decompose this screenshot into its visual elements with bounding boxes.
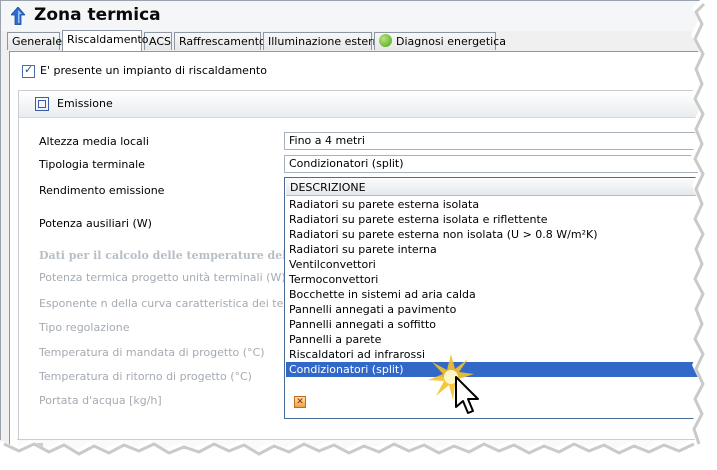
tab-label: Raffrescamento [179, 35, 266, 48]
dropdown-option[interactable]: Radiatori su parete esterna isolata e ri… [286, 212, 701, 227]
dropdown-option[interactable]: Pannelli annegati a soffitto [286, 317, 701, 332]
tab-label: Riscaldamento [67, 33, 149, 46]
group-icon [31, 443, 43, 451]
leaf-icon [379, 34, 392, 47]
return-temp-label: Temperatura di ritorno di progetto (°C) [39, 370, 252, 383]
fluid-section-heading: Dati per il calcolo delle temperature de… [39, 249, 284, 262]
regulation-label: Tipo regolazione [39, 321, 130, 334]
heating-present-checkbox[interactable]: ✓ [22, 63, 35, 78]
supply-temp-label: Temperatura di mandata di progetto (°C) [39, 346, 265, 359]
zona-termica-window: Zona termica Generale Riscaldamento ACS … [0, 0, 702, 452]
tab-riscaldamento[interactable]: Riscaldamento [62, 30, 149, 51]
mouse-cursor-icon [455, 376, 479, 414]
height-field[interactable]: Fino a 4 metri [284, 132, 701, 150]
dropdown-option[interactable]: Pannelli a parete [286, 332, 701, 347]
tab-illuminazione-esterna[interactable]: Illuminazione esterna [263, 32, 386, 50]
emissione-group: Emissione Altezza media locali Fino a 4 … [18, 90, 701, 451]
tab-label: ACS [149, 35, 171, 48]
riscaldamento-panel: ✓ E' presente un impianto di riscaldamen… [9, 51, 701, 451]
terminal-type-label: Tipologia terminale [39, 158, 145, 171]
dropdown-header[interactable]: DESCRIZIONE [286, 179, 701, 196]
curve-exponent-label: Esponente n della curva caratteristica d… [39, 297, 322, 310]
emission-icon [35, 97, 49, 111]
tab-raffrescamento[interactable]: Raffrescamento [174, 32, 266, 50]
dropdown-option[interactable]: Riscaldatori ad infrarossi [286, 347, 701, 362]
dropdown-option[interactable]: Termoconvettori [286, 272, 701, 287]
efficiency-label: Rendimento emissione [39, 184, 165, 197]
tab-label: Illuminazione esterna [268, 35, 387, 48]
tab-bar: Generale Riscaldamento ACS Raffrescament… [7, 30, 701, 51]
dropdown-option[interactable]: Ventilconvettori [286, 257, 701, 272]
dropdown-option[interactable]: Pannelli annegati a pavimento [286, 302, 701, 317]
title-bar: Zona termica [1, 1, 701, 31]
collapsed-group-strip [17, 439, 701, 451]
terminal-type-dropdown-list: DESCRIZIONE Radiatori su parete esterna … [284, 177, 701, 419]
height-label: Altezza media locali [39, 135, 149, 148]
tab-label: Diagnosi energetica [396, 35, 506, 48]
tab-diagnosi-energetica[interactable]: Diagnosi energetica [374, 32, 506, 50]
emissione-title: Emissione [57, 97, 113, 110]
dropdown-option-selected[interactable]: Condizionatori (split) [286, 362, 701, 377]
close-icon[interactable]: ✕ [294, 396, 306, 408]
dropdown-option[interactable]: Radiatori su parete esterna non isolata … [286, 227, 701, 242]
heating-present-label: E' presente un impianto di riscaldamento [40, 64, 267, 77]
dropdown-option[interactable]: Bocchette in sistemi ad aria calda [286, 287, 701, 302]
aux-power-label: Potenza ausiliari (W) [39, 217, 152, 230]
terminal-type-field[interactable]: Condizionatori (split) [284, 155, 701, 173]
water-flow-label: Portata d'acqua [kg/h] [39, 394, 162, 407]
checkmark-icon: ✓ [24, 63, 34, 76]
terminal-power-label: Potenza termica progetto unità terminali… [39, 271, 286, 284]
dropdown-option[interactable]: Radiatori su parete interna [286, 242, 701, 257]
arrow-up-icon [11, 7, 25, 25]
dropdown-option[interactable]: Radiatori su parete esterna isolata [286, 197, 701, 212]
emissione-header[interactable]: Emissione [19, 91, 701, 118]
tab-label: Generale [12, 35, 63, 48]
tab-generale[interactable]: Generale [7, 32, 63, 50]
window-title: Zona termica [34, 5, 161, 25]
